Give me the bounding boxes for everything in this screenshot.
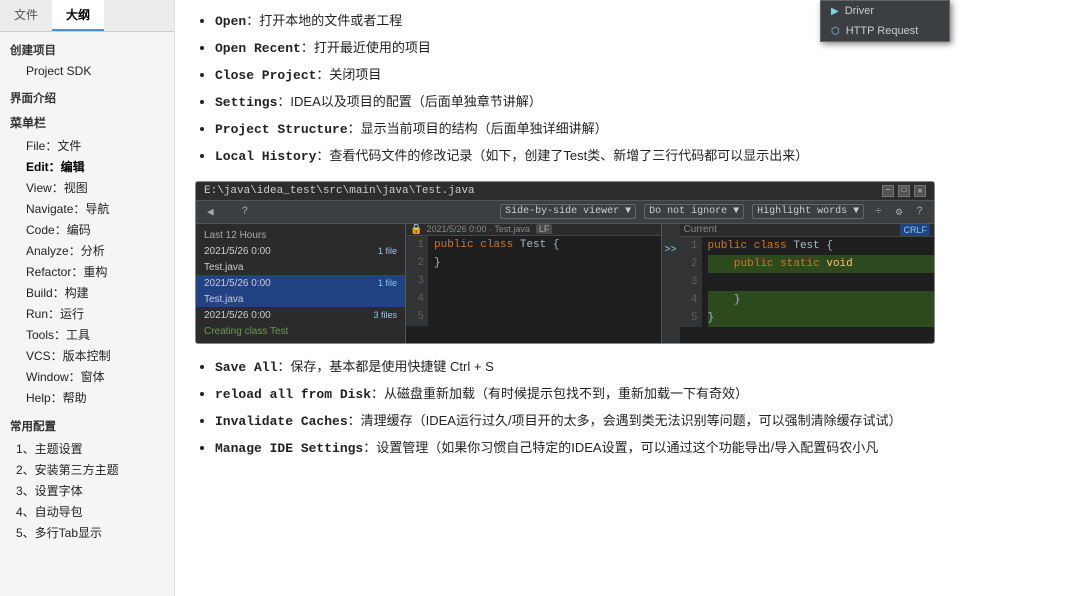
bottom-bullet-key-3: Manage IDE Settings bbox=[215, 441, 363, 456]
window-controls: ─ □ ✕ bbox=[882, 185, 926, 197]
sidebar-item-1[interactable]: Project SDK bbox=[0, 62, 174, 80]
history-count-0: 1 file bbox=[378, 246, 397, 257]
history-date-2: 2021/5/26 0:00 bbox=[204, 310, 271, 321]
bottom-bullet-list: Save All：保存，基本都是使用快捷键 Ctrl + S reload all… bbox=[195, 356, 1060, 460]
sidebar-section-0: 创建项目 bbox=[0, 38, 174, 62]
code-window-titlebar: E:\java\idea_test\src\main\java\Test.jav… bbox=[196, 182, 934, 201]
bullet-key-5: Local History bbox=[215, 149, 316, 164]
tab-file[interactable]: 文件 bbox=[0, 0, 52, 31]
diff-old-panel: 🔒 2021/5/26 0:00 · Test.java LF 12345 pu… bbox=[406, 224, 662, 343]
main-content: Open：打开本地的文件或者工程Open Recent：打开最近使用的项目Clo… bbox=[175, 0, 1080, 596]
new-diff-lines: 12345 public class Test { public static … bbox=[680, 237, 935, 327]
sidebar-item-list: 创建项目Project SDK 界面介绍菜单栏File：文件Edit：编辑View… bbox=[0, 32, 174, 543]
forward-button[interactable] bbox=[225, 211, 231, 213]
old-file-date: 2021/5/26 0:00 · Test.java bbox=[426, 224, 529, 234]
history-item-0[interactable]: 2021/5/26 0:00 1 file bbox=[196, 243, 405, 260]
close-button[interactable]: ✕ bbox=[914, 185, 926, 197]
history-item-1[interactable]: 2021/5/26 0:00 1 file bbox=[196, 275, 405, 292]
old-diff-lines: 12345 public class Test { } bbox=[406, 236, 661, 326]
sidebar-item-18[interactable]: 1、主题设置 bbox=[0, 438, 174, 459]
bottom-bullet-item-3: Manage IDE Settings：设置管理（如果你习惯自己特定的IDEA设… bbox=[215, 437, 1060, 460]
bullet-item-2: Close Project：关闭项目 bbox=[215, 64, 1060, 87]
sidebar-item-21[interactable]: 4、自动导包 bbox=[0, 501, 174, 522]
sidebar-item-6[interactable]: View：视图 bbox=[0, 177, 174, 198]
sidebar-section-2: 界面介绍 bbox=[0, 86, 174, 110]
history-panel: Last 12 Hours 2021/5/26 0:00 1 file Test… bbox=[196, 224, 406, 343]
minimize-button[interactable]: ─ bbox=[882, 185, 894, 197]
sidebar-item-7[interactable]: Navigate：导航 bbox=[0, 198, 174, 219]
history-header: Last 12 Hours bbox=[196, 228, 405, 243]
maximize-button[interactable]: □ bbox=[898, 185, 910, 197]
bullet-item-4: Project Structure：显示当前项目的结构（后面单独详细讲解） bbox=[215, 118, 1060, 141]
bullet-item-5: Local History：查看代码文件的修改记录（如下，创建了Test类、新增… bbox=[215, 145, 1060, 168]
sidebar-item-8[interactable]: Code：编码 bbox=[0, 219, 174, 240]
sidebar-item-4[interactable]: File：文件 bbox=[0, 135, 174, 156]
sidebar-item-14[interactable]: VCS：版本控制 bbox=[0, 345, 174, 366]
old-code-content: public class Test { } bbox=[428, 236, 661, 326]
old-line-numbers: 12345 bbox=[406, 236, 428, 326]
creating-label: Creating class Test bbox=[196, 324, 405, 339]
crlf-badge: CRLF bbox=[900, 224, 930, 236]
history-count-2: 3 files bbox=[373, 310, 397, 321]
divider-icon: ÷ bbox=[872, 205, 885, 219]
bottom-bullet-item-1: reload all from Disk：从磁盘重新加载（有时候提示包找不到，重… bbox=[215, 383, 1060, 406]
sidebar-subsection-3: 菜单栏 bbox=[0, 110, 174, 135]
sidebar-item-20[interactable]: 3、设置字体 bbox=[0, 480, 174, 501]
tab-outline[interactable]: 大纲 bbox=[52, 0, 104, 31]
lock-icon: 🔒 bbox=[410, 224, 422, 235]
back-button[interactable]: ◀ bbox=[204, 204, 217, 220]
settings-icon[interactable]: ⚙ bbox=[893, 204, 906, 220]
new-code-content: public class Test { public static void }… bbox=[702, 237, 935, 327]
history-item-2[interactable]: 2021/5/26 0:00 3 files bbox=[196, 307, 405, 324]
bullet-key-2: Close Project bbox=[215, 68, 316, 83]
bottom-bullet-item-0: Save All：保存，基本都是使用快捷键 Ctrl + S bbox=[215, 356, 1060, 379]
new-line-numbers: 12345 bbox=[680, 237, 702, 327]
lf-badge: LF bbox=[536, 224, 553, 234]
sidebar-item-11[interactable]: Build：构建 bbox=[0, 282, 174, 303]
code-toolbar: ◀ ? Side-by-side viewer ▼ Do not ignore … bbox=[196, 201, 934, 224]
ignore-dropdown[interactable]: Do not ignore ▼ bbox=[644, 204, 744, 219]
diff-area: 🔒 2021/5/26 0:00 · Test.java LF 12345 pu… bbox=[406, 224, 934, 343]
sidebar: 文件 大纲 创建项目Project SDK 界面介绍菜单栏File：文件Edit：… bbox=[0, 0, 175, 596]
bottom-bullet-item-2: Invalidate Caches：清理缓存（IDEA运行过久/项目开的太多，会… bbox=[215, 410, 1060, 433]
bullet-key-0: Open bbox=[215, 14, 246, 29]
bottom-bullet-key-2: Invalidate Caches bbox=[215, 414, 348, 429]
sidebar-item-9[interactable]: Analyze：分析 bbox=[0, 240, 174, 261]
code-window-title: E:\java\idea_test\src\main\java\Test.jav… bbox=[204, 185, 475, 197]
sidebar-item-13[interactable]: Tools：工具 bbox=[0, 324, 174, 345]
viewer-dropdown[interactable]: Side-by-side viewer ▼ bbox=[500, 204, 636, 219]
sidebar-item-19[interactable]: 2、安装第三方主题 bbox=[0, 459, 174, 480]
help-toolbar-button[interactable]: ? bbox=[239, 205, 252, 219]
bullet-key-4: Project Structure bbox=[215, 122, 348, 137]
diff-new-panel: Current CRLF 12345 public class Test { p… bbox=[680, 224, 935, 343]
history-date-0: 2021/5/26 0:00 bbox=[204, 246, 271, 257]
highlight-dropdown[interactable]: Highlight words ▼ bbox=[752, 204, 864, 219]
sidebar-item-22[interactable]: 5、多行Tab显示 bbox=[0, 522, 174, 543]
old-file-bar: 🔒 2021/5/26 0:00 · Test.java LF bbox=[406, 224, 661, 236]
question-icon[interactable]: ? bbox=[913, 205, 926, 219]
new-file-bar: Current CRLF bbox=[680, 224, 935, 237]
bullet-key-1: Open Recent bbox=[215, 41, 301, 56]
bottom-bullet-key-1: reload all from Disk bbox=[215, 387, 371, 402]
history-date-1: 2021/5/26 0:00 bbox=[204, 278, 271, 289]
bullet-key-3: Settings bbox=[215, 95, 277, 110]
bullet-item-3: Settings：IDEA以及项目的配置（后面单独章节讲解） bbox=[215, 91, 1060, 114]
diff-arrow: >> bbox=[662, 224, 680, 343]
code-body: Last 12 Hours 2021/5/26 0:00 1 file Test… bbox=[196, 224, 934, 343]
sidebar-item-12[interactable]: Run：运行 bbox=[0, 303, 174, 324]
history-filename-0: Test.java bbox=[196, 260, 405, 275]
history-count-1: 1 file bbox=[378, 278, 397, 289]
sidebar-section-17: 常用配置 bbox=[0, 414, 174, 438]
sidebar-item-16[interactable]: Help：帮助 bbox=[0, 387, 174, 408]
sidebar-item-5[interactable]: Edit：编辑 bbox=[0, 156, 174, 177]
history-filename-1: Test.java bbox=[196, 292, 405, 307]
current-label: Current bbox=[684, 224, 717, 235]
bottom-bullet-key-0: Save All bbox=[215, 360, 277, 375]
sidebar-item-10[interactable]: Refactor：重构 bbox=[0, 261, 174, 282]
sidebar-tabs: 文件 大纲 bbox=[0, 0, 174, 32]
code-window: E:\java\idea_test\src\main\java\Test.jav… bbox=[195, 181, 935, 344]
sidebar-item-15[interactable]: Window：窗体 bbox=[0, 366, 174, 387]
